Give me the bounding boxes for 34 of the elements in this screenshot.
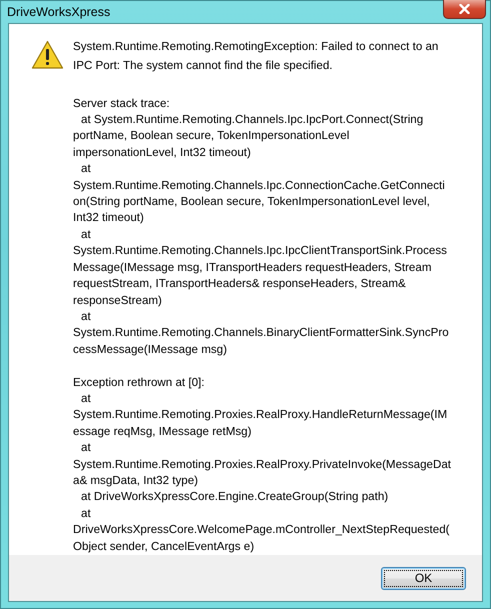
close-button[interactable] [443,0,486,19]
window-title: DriveWorksXpress [7,5,110,19]
stack-trace-line: at [80,226,91,243]
stack-trace-line: Object sender, CancelEventArgs e) [73,538,254,555]
stack-trace-line: at [80,390,91,407]
stack-trace-line: Server stack trace: [73,96,170,112]
stack-trace-line: System.Runtime.Remoting.Proxies.RealProxy.HandleReturnMessage(IM [73,407,448,424]
ok-button[interactable]: OK [381,566,466,590]
error-message: System.Runtime.Remoting.RemotingException: Failed to connect to an [73,38,438,55]
warning-icon [31,40,64,70]
stack-trace-line: portName, Boolean secure, TokenImpersonationLevel [73,128,350,144]
stack-trace-line: at System.Runtime.Remoting.Channels.Ipc.IpcPort.Connect(String [80,112,424,128]
stack-trace-line: impersonationLevel, Int32 timeout) [73,144,251,161]
stack-trace-line: System.Runtime.Remoting.Proxies.RealProxy.PrivateInvoke(MessageDat [73,456,452,473]
stack-trace-line: essage reqMsg, IMessage retMsg) [73,424,252,440]
stack-trace-line: Int32 timeout) [73,210,144,226]
stack-trace-line: Message(IMessage msg, ITransportHeaders requestHeaders, Stream [73,260,432,276]
stack-trace-line: DriveWorksXpressCore.WelcomePage.mController_NextStepRequested( [73,522,450,538]
stack-trace-line: at DriveWorksXpressCore.Engine.CreateGroup(String path) [80,489,388,506]
stack-trace-line: System.Runtime.Remoting.Channels.Ipc.ConnectionCache.GetConnecti [73,178,445,194]
stack-trace-line: on(String portName, Boolean secure, TokenImpersonationLevel level, [73,194,430,210]
error-message: IPC Port: The system cannot find the file specified. [73,58,332,74]
stack-trace-line: at [80,161,91,178]
stack-trace-line: System.Runtime.Remoting.Channels.Ipc.IpcClientTransportSink.Process [73,243,447,260]
stack-trace-line: requestStream, ITransportHeaders& responseHeaders, Stream& [73,276,406,292]
close-icon [459,4,470,14]
stack-trace-line: System.Runtime.Remoting.Channels.BinaryClientFormatterSink.SyncPro [73,325,449,342]
stack-trace-line: responseStream) [73,292,162,309]
stack-trace-line: at [80,308,91,325]
stack-trace-line: at [80,506,91,522]
stack-trace-line: a& msgData, Int32 type) [73,472,198,489]
stack-trace-line: Exception rethrown at [0]: [73,374,204,391]
stack-trace-line: at [80,440,91,456]
stack-trace-line: cessMessage(IMessage msg) [73,342,227,358]
